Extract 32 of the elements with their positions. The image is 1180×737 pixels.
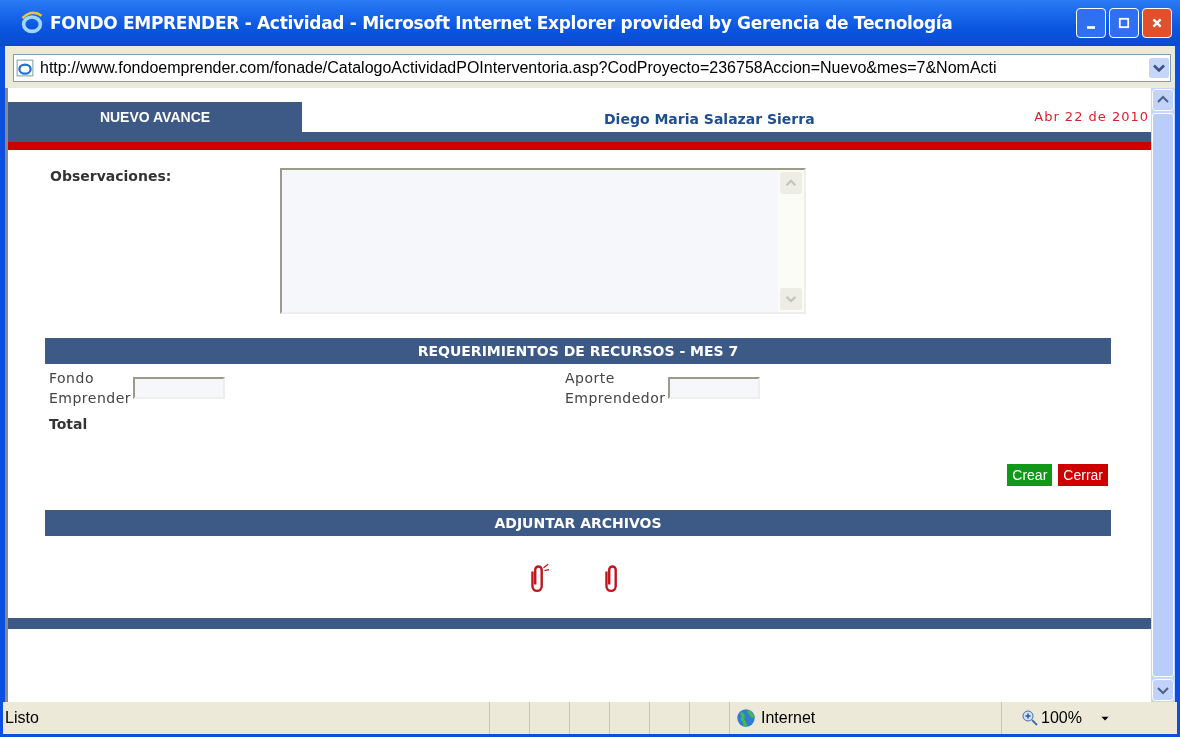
tab[interactable]: NUEVO AVANCE: [8, 102, 302, 132]
scrollbar[interactable]: [1151, 88, 1175, 702]
scroll-down-icon[interactable]: [1152, 679, 1174, 701]
create-button[interactable]: Crear: [1007, 464, 1053, 486]
minimize-button[interactable]: [1076, 8, 1106, 38]
dropdown-icon[interactable]: [1149, 58, 1169, 78]
window-title: FONDO EMPRENDER - Actividad - Microsoft Internet Explorer provided by Gerencia de Tecnología: [50, 13, 954, 33]
status-text: Listo: [4, 709, 40, 727]
field-label: Aporte Emprendedor: [565, 369, 666, 408]
maximize-icon: [1118, 17, 1130, 29]
zoom-icon: [1022, 710, 1038, 726]
input-field[interactable]: [133, 377, 226, 399]
user-name: Diego Maria Salazar Sierra: [604, 111, 815, 129]
zoom-control[interactable]: 100%: [1001, 702, 1111, 734]
address-field[interactable]: http://www.fondoemprender.com/fonade/CatalogoActividadPOInterventoria.asp?CodProyecto=236758Accion=Nuevo&mes=7&NomActi: [13, 54, 1171, 82]
total-label: Total: [48, 415, 89, 432]
section-header: REQUERIMIENTOS DE RECURSOS - MES 7: [45, 338, 1111, 364]
input-field[interactable]: [667, 377, 760, 399]
field-label: Fondo Emprender: [49, 369, 132, 408]
close-button[interactable]: [1142, 8, 1172, 38]
globe-icon: [736, 708, 756, 728]
section-header: ADJUNTAR ARCHIVOS: [45, 510, 1111, 536]
close-icon: [1151, 17, 1163, 29]
date-label: Abr 22 de 2010: [1034, 109, 1150, 126]
browser-logo-icon: [20, 11, 44, 35]
scroll-up-icon[interactable]: [1152, 89, 1174, 111]
minimize-icon: [1087, 25, 1095, 29]
maximize-button[interactable]: [1109, 8, 1139, 38]
field-label: Observaciones:: [50, 168, 173, 186]
page-icon: [16, 59, 34, 77]
zone-label: Internet: [761, 709, 816, 727]
close-button[interactable]: Cerrar: [1058, 464, 1108, 486]
